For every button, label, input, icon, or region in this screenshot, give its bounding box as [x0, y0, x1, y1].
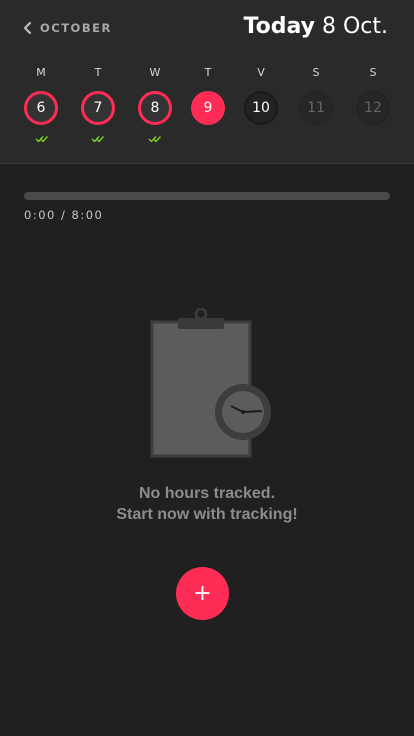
day-8-button[interactable]: 8: [138, 91, 172, 125]
header: OCTOBER Today 8 Oct. M T W T V S S 6 7 8…: [0, 0, 414, 164]
add-time-entry-button[interactable]: +: [176, 567, 229, 620]
back-to-month-button[interactable]: OCTOBER: [22, 19, 112, 37]
weekday-letter: W: [149, 66, 161, 79]
clipboard-clock-icon: [150, 308, 271, 458]
hours-readout: 0:00 / 8:00: [24, 208, 104, 222]
weekday-letter: T: [204, 66, 212, 79]
today-date: 8 Oct.: [321, 14, 388, 39]
chevron-left-icon: [23, 21, 32, 35]
weekday-letter: S: [312, 66, 320, 79]
weekday-letter: T: [94, 66, 102, 79]
day-9-button[interactable]: 9: [191, 91, 225, 125]
empty-state-subtitle: Start now with tracking!: [116, 506, 298, 523]
weekday-letter: V: [257, 66, 265, 79]
plus-icon: +: [193, 581, 212, 606]
day-11-button[interactable]: 11: [299, 91, 333, 125]
day-10-button[interactable]: 10: [244, 91, 278, 125]
weekday-letter: M: [36, 66, 46, 79]
page-title: Today 8 Oct.: [244, 14, 389, 39]
double-check-icon: [35, 136, 49, 143]
today-label: Today: [243, 14, 315, 39]
day-7-button[interactable]: 7: [81, 91, 115, 125]
day-6-button[interactable]: 6: [24, 91, 58, 125]
double-check-icon: [91, 136, 105, 143]
double-check-icon: [148, 136, 162, 143]
back-label: OCTOBER: [40, 21, 112, 35]
day-12-button[interactable]: 12: [356, 91, 390, 125]
hours-progress-bar: [24, 192, 390, 200]
weekday-letter: S: [369, 66, 377, 79]
empty-state-title: No hours tracked.: [138, 485, 276, 502]
